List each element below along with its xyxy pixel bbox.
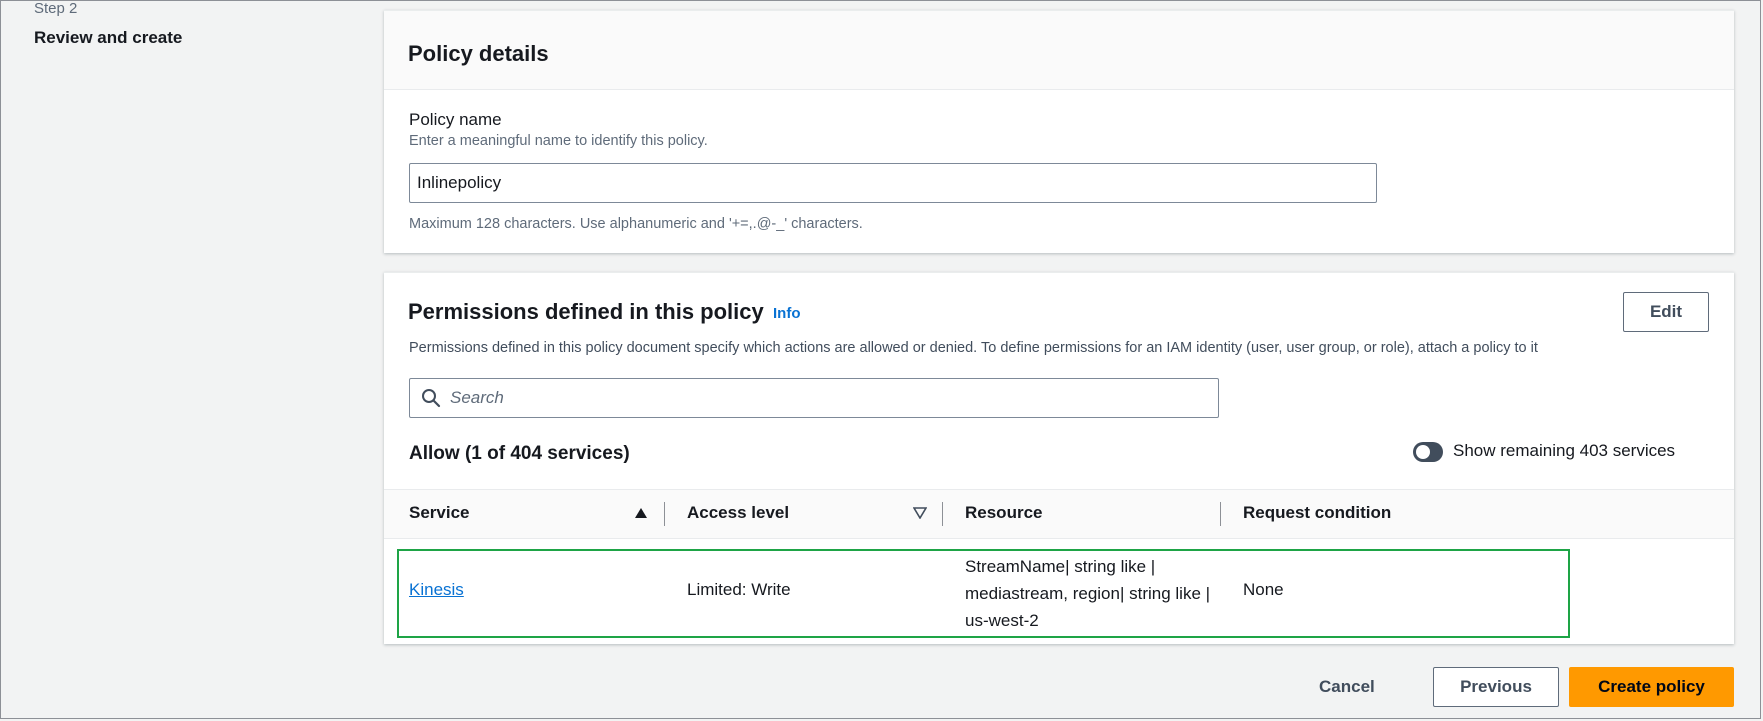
search-placeholder: Search [450, 388, 504, 407]
policy-name-constraint: Maximum 128 characters. Use alphanumeric… [409, 216, 863, 232]
cancel-button[interactable]: Cancel [1319, 667, 1375, 707]
sort-descending-icon[interactable] [913, 507, 927, 519]
column-header-service[interactable]: Service [409, 503, 470, 523]
column-divider[interactable] [1220, 502, 1221, 526]
sort-ascending-icon[interactable] [634, 507, 648, 519]
policy-name-description: Enter a meaningful name to identify this… [409, 133, 708, 149]
previous-button[interactable]: Previous [1433, 667, 1559, 707]
show-remaining-label[interactable]: Show remaining 403 services [1453, 441, 1675, 461]
access-level-cell: Limited: Write [687, 580, 791, 599]
search-input[interactable]: Search [409, 378, 1219, 418]
policy-details-title: Policy details [408, 41, 549, 66]
service-link-kinesis[interactable]: Kinesis [409, 580, 464, 599]
policy-name-input[interactable]: Inlinepolicy [409, 163, 1377, 203]
resource-line: StreamName| string like | [965, 557, 1156, 576]
show-remaining-toggle[interactable] [1413, 442, 1443, 462]
edit-button[interactable]: Edit [1623, 292, 1709, 332]
resource-line: us-west-2 [965, 611, 1039, 630]
toggle-knob [1416, 445, 1430, 459]
step-label: Step 2 [34, 0, 78, 17]
permissions-title: Permissions defined in this policy [408, 299, 764, 324]
request-condition-cell: None [1243, 580, 1284, 599]
table-row: Kinesis [409, 580, 464, 600]
column-divider[interactable] [664, 502, 665, 526]
table-header: Service Access level Resource Request co… [384, 489, 1734, 539]
step-title[interactable]: Review and create [34, 28, 182, 48]
policy-details-card: Policy details Policy name Enter a meani… [384, 10, 1734, 253]
create-policy-button[interactable]: Create policy [1569, 667, 1734, 707]
column-divider[interactable] [942, 502, 943, 526]
permissions-card: Permissions defined in this policy Info … [384, 272, 1734, 644]
policy-name-label: Policy name [409, 110, 502, 129]
policy-details-header [384, 11, 1734, 90]
column-header-request-condition[interactable]: Request condition [1243, 503, 1391, 523]
resource-cell: StreamName| string like | mediastream, r… [965, 553, 1235, 634]
allow-title: Allow (1 of 404 services) [409, 443, 630, 464]
column-header-resource[interactable]: Resource [965, 503, 1042, 523]
resource-line: mediastream, region| string like | [965, 584, 1211, 603]
search-icon [422, 389, 441, 408]
column-header-access-level[interactable]: Access level [687, 503, 789, 523]
permissions-description: Permissions defined in this policy docum… [409, 340, 1538, 356]
info-link[interactable]: Info [773, 305, 801, 322]
